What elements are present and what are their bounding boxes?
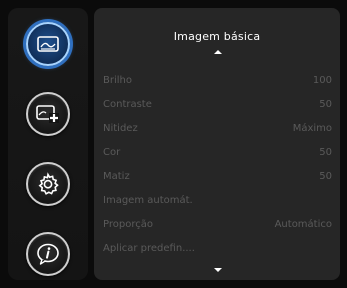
setting-label: Imagem automát. — [103, 194, 193, 206]
setting-row-aspect-ratio[interactable]: Proporção Automático — [103, 212, 332, 236]
scroll-down-arrow-icon[interactable] — [214, 268, 222, 272]
panel-title: Imagem básica — [173, 30, 261, 43]
setting-row-color[interactable]: Cor 50 — [103, 140, 332, 164]
setting-value: Máximo — [292, 122, 332, 134]
setting-value: 100 — [312, 74, 332, 86]
setting-row-contrast[interactable]: Contraste 50 — [103, 92, 332, 116]
setting-value: 50 — [319, 170, 332, 182]
setting-label: Cor — [103, 146, 121, 158]
setting-row-brightness[interactable]: Brilho 100 — [103, 68, 332, 92]
picture-icon — [37, 35, 59, 53]
setting-value: 50 — [319, 146, 332, 158]
gear-icon — [36, 172, 60, 196]
settings-button[interactable] — [26, 162, 70, 206]
menu-panel: Imagem básica Brilho 100 Contraste 50 Ni… — [94, 8, 340, 280]
setting-label: Matiz — [103, 170, 130, 182]
picture-settings-button[interactable] — [26, 22, 70, 66]
advanced-picture-button[interactable] — [26, 92, 70, 136]
settings-list: Brilho 100 Contraste 50 Nitidez Máximo C… — [103, 68, 332, 260]
setting-row-sharpness[interactable]: Nitidez Máximo — [103, 116, 332, 140]
info-icon — [36, 243, 60, 265]
setting-label: Nitidez — [103, 122, 138, 134]
setting-value: Automático — [274, 218, 332, 230]
setting-row-tint[interactable]: Matiz 50 — [103, 164, 332, 188]
setting-label: Brilho — [103, 74, 132, 86]
setting-label: Proporção — [103, 218, 153, 230]
scroll-up-arrow-icon[interactable] — [214, 50, 222, 54]
setting-label: Aplicar predefin.... — [103, 242, 195, 254]
information-button[interactable] — [26, 232, 70, 276]
setting-row-apply-preset[interactable]: Aplicar predefin.... — [103, 236, 332, 260]
setting-label: Contraste — [103, 98, 152, 110]
add-picture-icon — [36, 104, 60, 124]
setting-row-auto-image[interactable]: Imagem automát. — [103, 188, 332, 212]
setting-value: 50 — [319, 98, 332, 110]
sidebar — [8, 8, 88, 280]
